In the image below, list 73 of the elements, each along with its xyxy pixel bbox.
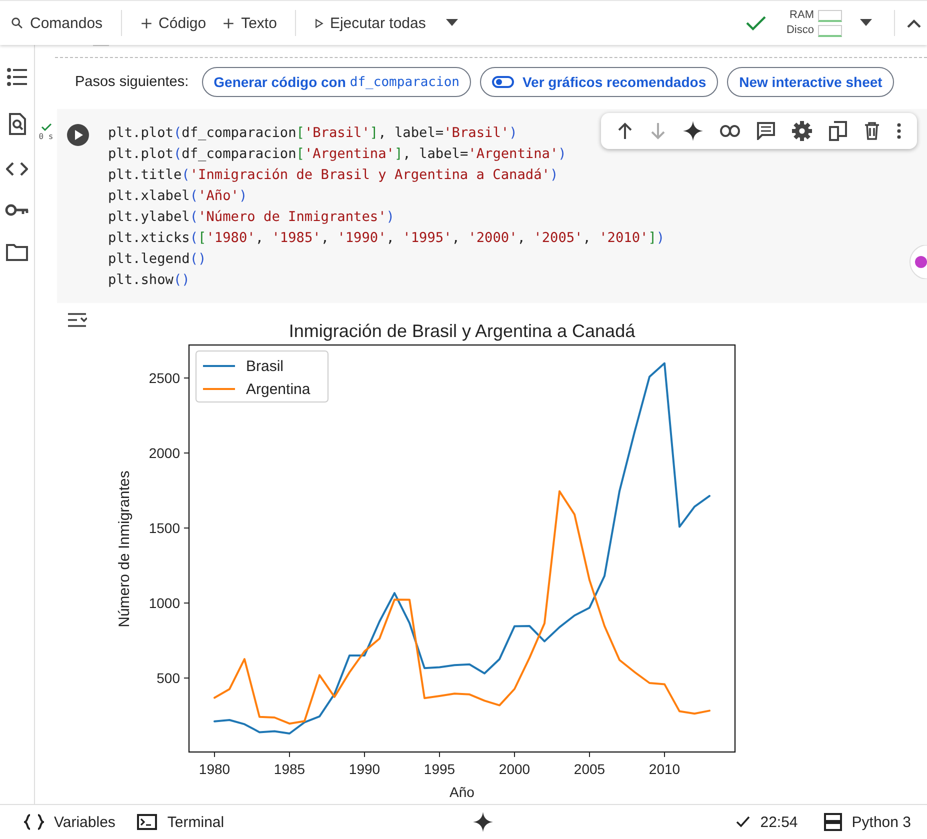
x-axis-label: Año [450, 784, 474, 800]
toolbar-button[interactable]: Comandos [4, 10, 109, 36]
toolbar-button[interactable]: Código [134, 10, 212, 36]
x-axis: 1980 1985 1990 1995 2000 2005 2010 [198, 752, 680, 777]
suggestion-button[interactable]: Ver gráficos recomendados [480, 67, 718, 97]
checkmark-icon [746, 15, 766, 31]
plus-icon [222, 16, 236, 30]
resource-label: Disco [786, 23, 814, 38]
y-tick-label: 1500 [148, 520, 180, 536]
next-steps-label: Pasos siguientes: [75, 74, 189, 90]
toolbar-button[interactable]: Ejecutar todas [308, 10, 432, 36]
chevron-up-icon[interactable] [907, 18, 921, 28]
y-tick-label: 2500 [148, 370, 180, 386]
caret-down-icon[interactable] [446, 19, 458, 27]
code-line: plt.plot(df_comparacion['Argentina'], label='Argentina') [108, 145, 566, 164]
output-toggle-icon[interactable] [67, 313, 87, 327]
comment-icon[interactable] [757, 122, 775, 140]
status-button[interactable]: Variables [18, 812, 122, 832]
code-line: plt.plot(df_comparacion['Brasil'], label='Brasil') [108, 124, 518, 143]
runtime-button[interactable]: Python 3 [818, 811, 917, 833]
toggle-icon [492, 76, 514, 88]
legend-label: Brasil [246, 358, 284, 375]
y-axis: 500 1000 1500 2000 2500 [148, 370, 190, 686]
x-tick-label: 2000 [498, 761, 530, 777]
y-tick-label: 2000 [148, 445, 180, 462]
resource-label: RAM [790, 8, 814, 23]
arrow-up-icon[interactable] [617, 122, 633, 140]
code-line: plt.legend() [108, 250, 206, 269]
folder-icon[interactable] [6, 243, 28, 261]
y-tick-label: 500 [156, 670, 180, 686]
run-button[interactable] [67, 124, 89, 146]
code-line: plt.title('Inmigración de Brasil y Argentina a Canadá') [108, 166, 558, 185]
y-tick-label: 1000 [148, 595, 180, 612]
braces-icon [24, 814, 44, 830]
x-tick-label: 1980 [198, 761, 230, 777]
resource-meter [818, 24, 842, 36]
status-time: 22:54 [760, 814, 798, 830]
list-icon[interactable] [6, 67, 28, 87]
plus-icon [140, 16, 153, 30]
legend-label: Argentina [246, 381, 311, 398]
document-search-icon[interactable] [8, 113, 26, 135]
settings-icon[interactable] [792, 121, 812, 141]
checkmark-icon [736, 816, 750, 828]
x-tick-label: 2005 [574, 761, 606, 777]
x-tick-label: 1995 [424, 761, 456, 777]
caret-down-icon[interactable] [860, 19, 872, 27]
checkmark-icon [40, 123, 52, 132]
suggestion-button[interactable]: New interactive sheet [727, 67, 894, 97]
chart-title: Inmigración de Brasil y Argentina a Canadá [288, 321, 636, 341]
search-icon [10, 16, 24, 30]
link-icon[interactable] [720, 125, 740, 137]
more-icon[interactable] [897, 123, 901, 139]
status-button[interactable]: Terminal [131, 812, 230, 832]
x-tick-label: 2010 [648, 761, 680, 777]
code-line: plt.xticks(['1980', '1985', '1990', '1995', '2000', '2005', '2010']) [108, 229, 665, 248]
play-icon [314, 18, 324, 28]
toolbar-button[interactable]: Texto [216, 10, 283, 36]
code-line: plt.xlabel('Año') [108, 187, 248, 206]
code-line: plt.show() [108, 271, 190, 290]
x-tick-label: 1985 [274, 761, 306, 777]
code-line: plt.ylabel('Número de Inmigrantes') [108, 208, 394, 227]
key-icon[interactable] [5, 203, 29, 217]
sparkle-icon[interactable] [683, 121, 703, 141]
delete-icon[interactable] [864, 122, 880, 140]
sparkle-icon[interactable] [473, 812, 494, 832]
execution-time: 0 s [38, 132, 54, 141]
code-icon[interactable] [6, 161, 28, 177]
terminal-icon [137, 814, 158, 830]
x-tick-label: 1990 [348, 761, 380, 777]
server-icon [824, 813, 842, 831]
suggestion-button[interactable]: Generar código con df_comparacion [202, 67, 472, 97]
resource-meter [818, 10, 842, 22]
y-axis-label: Número de Inmigrantes [116, 470, 133, 628]
